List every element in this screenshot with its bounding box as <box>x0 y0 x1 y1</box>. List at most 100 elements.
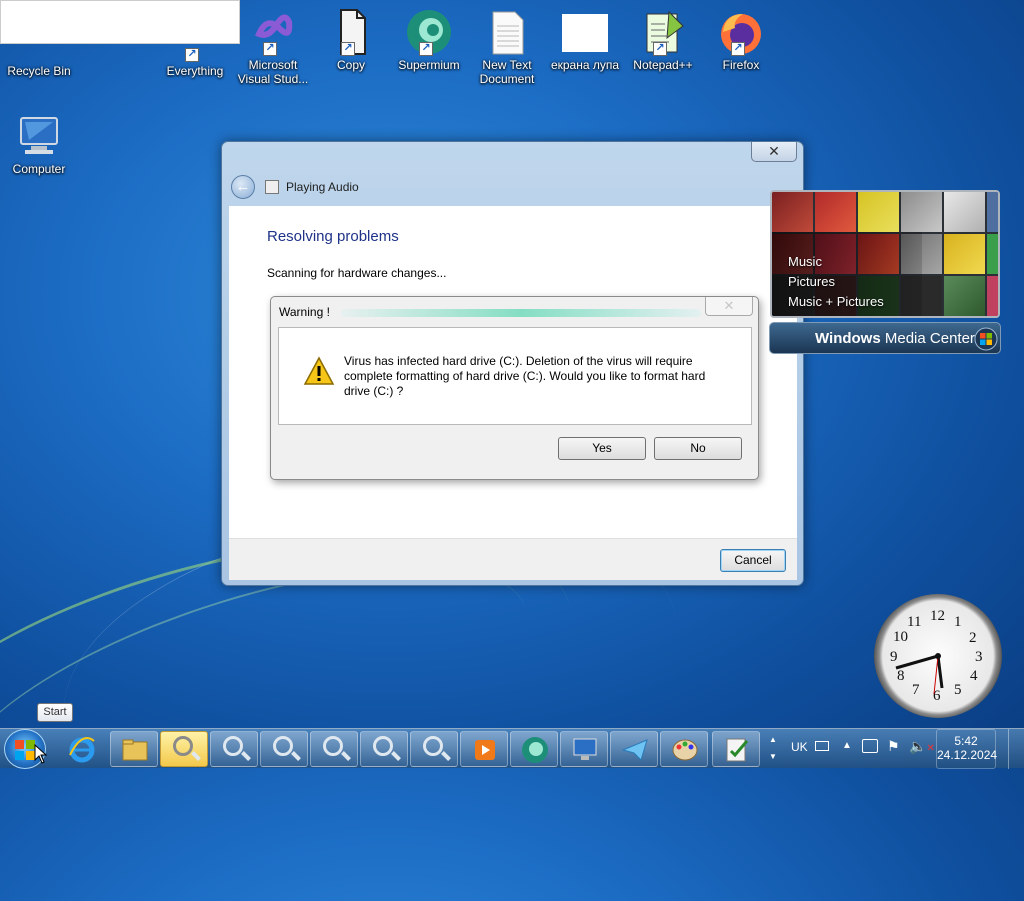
media-tile <box>944 276 985 316</box>
media-item-music-pictures[interactable]: Music + Pictures <box>788 294 884 309</box>
cancel-button[interactable]: Cancel <box>720 549 786 572</box>
no-button[interactable]: No <box>654 437 742 460</box>
desktop-icon-magnifier[interactable]: екрана лупа <box>546 14 624 72</box>
media-tile <box>987 192 998 232</box>
taskbar-telegram[interactable] <box>610 731 658 767</box>
taskbar-magnifier[interactable] <box>410 731 458 767</box>
desktop-icon-recycle-bin[interactable]: Recycle Bin <box>0 14 78 78</box>
desktop-icon-notepad-plus-plus[interactable]: ↗ Notepad++ <box>624 8 702 72</box>
desktop-icon-supermium[interactable]: ↗ Supermium <box>390 8 468 72</box>
desktop-icon-everything[interactable]: ↗ Everything <box>156 14 234 78</box>
desktop-icon-copy[interactable]: ↗ Copy <box>312 8 390 72</box>
taskbar-supermium[interactable] <box>510 731 558 767</box>
taskbar-magnifier[interactable] <box>360 731 408 767</box>
status-text: Scanning for hardware changes... <box>267 266 447 280</box>
media-tile <box>944 234 985 274</box>
back-arrow-icon[interactable]: ← <box>231 175 255 199</box>
internet-explorer-icon <box>69 737 95 763</box>
language-indicator[interactable]: UK <box>791 740 808 754</box>
taskbar-scroll[interactable]: ▲ ▼ <box>766 731 780 767</box>
desktop-clock-gadget[interactable]: 12 1 2 3 4 5 6 7 8 9 10 11 <box>874 594 1002 718</box>
title-glow <box>341 309 701 317</box>
troubleshooter-icon <box>265 180 279 194</box>
everything-icon: ↗ <box>171 14 219 62</box>
desktop-icon-label: Recycle Bin <box>7 64 71 78</box>
desktop-icon-computer[interactable]: Computer <box>0 112 78 176</box>
magnifier-icon <box>323 736 343 756</box>
volume-muted-icon[interactable]: 🔈✕ <box>909 738 935 755</box>
warning-dialog: Warning ! ✕ Virus has infected hard driv… <box>270 296 759 480</box>
supermium-icon: ↗ <box>405 8 453 56</box>
desktop-icon-visual-studio[interactable]: ↗ Microsoft Visual Stud... <box>234 8 312 86</box>
document-check-icon <box>726 738 749 762</box>
taskbar-file-explorer[interactable] <box>110 731 158 767</box>
taskbar-remote-desktop[interactable] <box>560 731 608 767</box>
magnifier-icon <box>273 736 293 756</box>
taskbar-internet-explorer[interactable] <box>58 731 106 767</box>
magnifier-icon <box>562 14 608 52</box>
media-item-music[interactable]: Music <box>788 254 822 269</box>
desktop-icon-label: Microsoft Visual Stud... <box>237 58 309 86</box>
copy-icon: ↗ <box>327 8 375 56</box>
desktop-icon-label: Computer <box>12 162 66 176</box>
computer-icon <box>15 112 63 160</box>
shortcut-arrow-icon: ↗ <box>731 42 745 56</box>
media-tile <box>815 192 856 232</box>
desktop-icon-label: New Text Document <box>479 58 535 86</box>
taskbar-media-player[interactable] <box>460 731 508 767</box>
warning-close-button[interactable]: ✕ <box>705 297 753 316</box>
yes-button[interactable]: Yes <box>558 437 646 460</box>
media-tile <box>944 192 985 232</box>
desktop-icon-label: Copy <box>336 58 365 72</box>
visual-studio-icon: ↗ <box>249 8 297 56</box>
notepad-plus-plus-icon: ↗ <box>639 8 687 56</box>
clock-hands <box>895 653 944 695</box>
desktop-icon-label: Notepad++ <box>633 58 693 72</box>
supermium-icon <box>522 737 548 763</box>
media-tile <box>901 192 942 232</box>
media-tile <box>858 192 899 232</box>
keyboard-icon[interactable] <box>815 741 829 751</box>
warning-message: Virus has infected hard drive (C:). Dele… <box>344 354 706 398</box>
magnifier-icon <box>423 736 443 756</box>
desktop-icon-label: Firefox <box>722 58 760 72</box>
desktop-icon-firefox[interactable]: ↗ Firefox <box>702 8 780 72</box>
recycle-bin-icon <box>15 14 63 62</box>
shortcut-arrow-icon: ↗ <box>185 48 199 62</box>
close-button[interactable]: ✕ <box>751 142 797 162</box>
show-hidden-icons-icon[interactable]: ▲ <box>842 740 852 751</box>
shortcut-arrow-icon: ↗ <box>653 42 667 56</box>
desktop-icon-label: Supermium <box>398 58 460 72</box>
network-icon[interactable] <box>862 739 878 753</box>
shortcut-arrow-icon: ↗ <box>341 42 355 56</box>
media-player-icon <box>475 740 495 760</box>
media-center-gadget[interactable]: Music Pictures Music + Pictures <box>770 190 1000 318</box>
media-tile <box>772 192 813 232</box>
taskbar-magnifier-active[interactable] <box>160 731 208 767</box>
windows-logo-icon <box>974 327 998 351</box>
start-tooltip: Start <box>37 703 73 722</box>
taskbar-magnifier[interactable] <box>210 731 258 767</box>
action-center-flag-icon[interactable]: ⚑ <box>887 738 900 755</box>
dialog-heading: Resolving problems <box>267 228 399 245</box>
paint-palette-icon <box>672 739 698 761</box>
taskbar-date: 24.12.2024 <box>937 748 998 762</box>
windows-logo-icon <box>15 740 35 760</box>
taskbar-magnifier[interactable] <box>260 731 308 767</box>
desktop-icon-label: Everything <box>166 64 224 78</box>
taskbar-paint[interactable] <box>660 731 708 767</box>
shortcut-arrow-icon: ↗ <box>263 42 277 56</box>
media-item-pictures[interactable]: Pictures <box>788 274 835 289</box>
media-tile <box>987 276 998 316</box>
taskbar-document-app[interactable] <box>712 731 760 767</box>
taskbar-clock[interactable]: 5:42 24.12.2024 <box>936 729 998 769</box>
desktop-icon-new-text-document[interactable]: New Text Document <box>468 8 546 86</box>
magnifier-icon <box>173 736 193 756</box>
mouse-cursor-icon <box>34 744 48 764</box>
taskbar-magnifier[interactable] <box>310 731 358 767</box>
taskbar-time: 5:42 <box>954 734 978 748</box>
show-desktop-button[interactable] <box>1008 729 1024 769</box>
shortcut-arrow-icon: ↗ <box>419 42 433 56</box>
media-center-launch-bar[interactable]: Windows Media Center <box>769 322 1001 354</box>
paper-plane-icon <box>621 739 648 761</box>
